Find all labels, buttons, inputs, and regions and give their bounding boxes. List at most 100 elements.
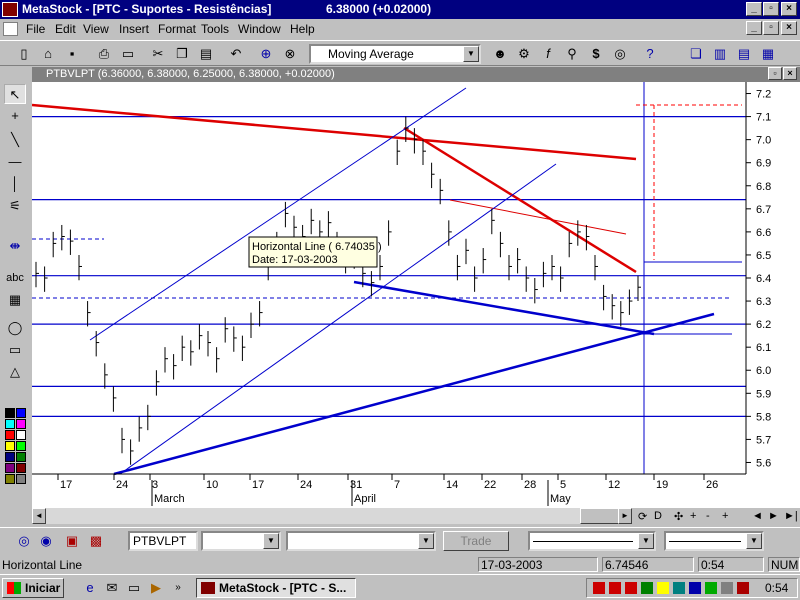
taskbar-metastock[interactable]: MetaStock - [PTC - S... [196, 578, 356, 598]
cut-icon[interactable]: ✂ [148, 44, 168, 64]
resistance-trendline[interactable] [31, 103, 637, 161]
line-style-combo[interactable]: ▼ [528, 531, 656, 551]
internet-explorer-icon[interactable]: e [80, 578, 100, 598]
child-restore-button[interactable]: ▫ [763, 21, 779, 35]
triangle-tool-icon[interactable]: △ [4, 362, 26, 382]
tile-horizontal-icon[interactable]: ▤ [734, 44, 754, 64]
density-button[interactable]: D [654, 510, 662, 522]
tile-vertical-icon[interactable]: ▥ [710, 44, 730, 64]
scroll-left-arrow-icon[interactable]: ◄ [32, 508, 46, 524]
chart-image-icon[interactable]: ▩ [86, 531, 106, 551]
media-player-icon[interactable]: ▶ [146, 578, 166, 598]
menu-window[interactable]: Window [238, 22, 281, 36]
system-tester-icon[interactable]: $ [586, 44, 606, 64]
tray-icon-10[interactable] [737, 582, 749, 594]
refresh-icon[interactable]: ⟳ [638, 510, 647, 523]
template-combo[interactable]: ▼ [286, 531, 436, 551]
zoom-out-button[interactable]: - [706, 510, 710, 522]
open-chart-icon[interactable]: ◎ [14, 531, 34, 551]
tray-icon-6[interactable] [673, 582, 685, 594]
menu-help[interactable]: Help [290, 22, 315, 36]
pan-right-icon[interactable]: ► [768, 510, 779, 522]
tray-icon-4[interactable] [641, 582, 653, 594]
scroll-right-arrow-icon[interactable]: ► [618, 508, 632, 524]
scroll-thumb[interactable] [580, 508, 620, 524]
chevron-down-icon[interactable]: ▼ [746, 533, 762, 549]
channel-lower-line[interactable] [119, 163, 557, 475]
smart-chart-icon[interactable]: ◉ [36, 531, 56, 551]
chart-close-button[interactable]: × [783, 67, 797, 80]
periodicity-combo[interactable]: ▼ [201, 531, 281, 551]
color-swatch-blue[interactable] [16, 408, 26, 418]
price-chart-svg[interactable]: 7.2 7.1 7.0 6.9 6.8 6.7 6.6 6.5 6.4 6.3 6.2 6.1 6.0 5… [31, 82, 800, 508]
tray-icon-8[interactable] [705, 582, 717, 594]
menu-view[interactable]: View [83, 22, 109, 36]
more-quicklaunch-icon[interactable]: » [168, 578, 188, 598]
trendline-tool-icon[interactable]: ╲ [4, 130, 26, 150]
save-icon[interactable]: ▪ [62, 44, 82, 64]
print-preview-icon[interactable]: ▭ [118, 44, 138, 64]
chevron-down-icon[interactable]: ▼ [638, 533, 654, 549]
color-swatch-yellow[interactable] [5, 441, 15, 451]
minimize-button[interactable]: _ [746, 2, 762, 16]
copy-icon[interactable]: ❐ [172, 44, 192, 64]
binoculars-icon[interactable]: ◎ [610, 44, 630, 64]
tray-icon-5[interactable] [657, 582, 669, 594]
indicator-combo[interactable]: Moving Average ▼ [309, 44, 481, 64]
chevron-down-icon[interactable]: ▼ [263, 533, 279, 549]
menu-edit[interactable]: Edit [55, 22, 76, 36]
trade-button[interactable]: Trade [443, 531, 509, 551]
paste-icon[interactable]: ▤ [196, 44, 216, 64]
tray-icon-9[interactable] [721, 582, 733, 594]
child-close-button[interactable]: × [781, 21, 797, 35]
color-swatch-navy[interactable] [5, 452, 15, 462]
menu-file[interactable]: File [26, 22, 45, 36]
color-swatch-green[interactable] [16, 441, 26, 451]
move-icon[interactable]: ✣ [674, 510, 683, 523]
zoom-in-button[interactable]: + [690, 510, 696, 522]
arrange-windows-icon[interactable]: ▦ [758, 44, 778, 64]
pointer-tool-icon[interactable]: ↖ [4, 84, 26, 104]
object-icon[interactable]: ⚲ [562, 44, 582, 64]
metastock-app-icon[interactable] [2, 2, 18, 17]
chevron-down-icon[interactable]: ▼ [463, 46, 479, 62]
descending-support-line[interactable] [353, 280, 655, 336]
menu-tools[interactable]: Tools [201, 22, 229, 36]
vertical-line-tool-icon[interactable]: │ [4, 174, 26, 194]
color-swatch-cyan[interactable] [5, 419, 15, 429]
zoom-reset-button[interactable]: + [722, 510, 728, 522]
outlook-icon[interactable]: ✉ [102, 578, 122, 598]
zoom-icon[interactable]: ⊗ [280, 44, 300, 64]
document-icon[interactable] [3, 22, 18, 36]
horizontal-line-tool-icon[interactable]: — [4, 152, 26, 172]
open-folder-icon[interactable]: ⌂ [38, 44, 58, 64]
desktop-icon[interactable]: ▭ [124, 578, 144, 598]
color-swatch-dark-green[interactable] [16, 452, 26, 462]
chart-restore-button[interactable]: ▫ [768, 67, 782, 80]
context-help-icon[interactable]: ? [640, 44, 660, 64]
rectangle-tool-icon[interactable]: ▭ [4, 340, 26, 360]
tray-icon-3[interactable] [625, 582, 637, 594]
indicator-builder-icon[interactable]: f [538, 44, 558, 64]
ellipse-tool-icon[interactable]: ◯ [4, 318, 26, 338]
menu-format[interactable]: Format [158, 22, 196, 36]
color-swatch-olive[interactable] [5, 474, 15, 484]
color-swatch-maroon[interactable] [16, 463, 26, 473]
cascade-windows-icon[interactable]: ❏ [686, 44, 706, 64]
tray-icon-2[interactable] [609, 582, 621, 594]
print-icon[interactable]: ⎙ [94, 44, 114, 64]
security-combo[interactable]: PTBVLPT [128, 531, 198, 551]
new-file-icon[interactable]: ▯ [14, 44, 34, 64]
color-swatch-white[interactable] [16, 430, 26, 440]
chevron-down-icon[interactable]: ▼ [418, 533, 434, 549]
line-weight-combo[interactable]: ▼ [664, 531, 764, 551]
new-chart-icon[interactable]: ▣ [62, 531, 82, 551]
start-button[interactable]: Iniciar [2, 578, 64, 598]
child-minimize-button[interactable]: _ [746, 21, 762, 35]
color-swatch-gray[interactable] [16, 474, 26, 484]
maximize-button[interactable]: ▫ [763, 2, 779, 16]
color-swatch-black[interactable] [5, 408, 15, 418]
grid-tool-icon[interactable]: ▦ [4, 290, 26, 310]
menu-insert[interactable]: Insert [119, 22, 149, 36]
pan-left-icon[interactable]: ◄ [752, 510, 763, 522]
